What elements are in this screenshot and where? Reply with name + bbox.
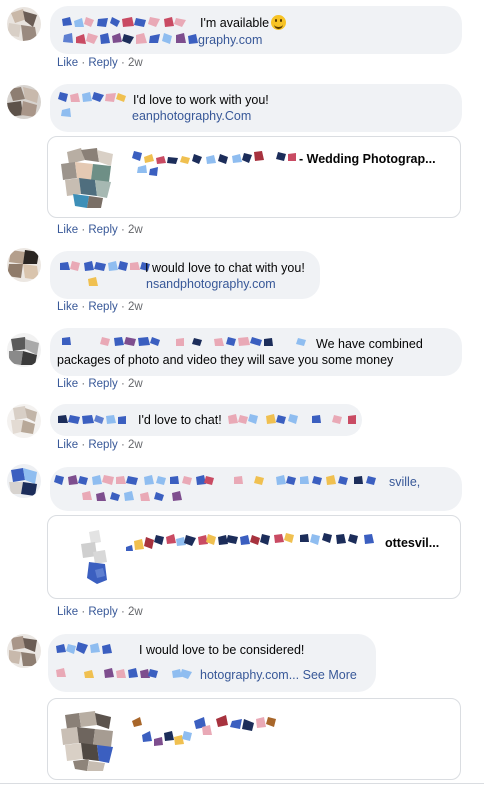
reply-link[interactable]: Reply (88, 606, 117, 618)
comment-bubble: I'd love to work with you! eanphotograph… (50, 84, 462, 132)
timestamp: 2w (128, 606, 143, 618)
comment-text: I'm available (200, 15, 287, 31)
avatar[interactable] (7, 248, 41, 282)
timestamp: 2w (128, 301, 143, 313)
comment-link[interactable]: nsandphotography.com (146, 276, 276, 292)
redacted-text (226, 412, 358, 428)
redacted-title (132, 149, 302, 179)
like-link[interactable]: Like (57, 224, 78, 236)
comment-meta: Like · Reply · 2w (57, 301, 143, 313)
link-preview-thumbnail (59, 146, 123, 210)
comment-bubble: sville, (50, 467, 462, 511)
avatar-image (7, 404, 41, 438)
divider (0, 783, 484, 784)
avatar[interactable] (7, 333, 41, 367)
comment-bubble: I would love to be considered! hotograph… (48, 634, 376, 692)
reply-link[interactable]: Reply (88, 301, 117, 313)
comment-meta: Like · Reply · 2w (57, 378, 143, 390)
timestamp: 2w (128, 224, 143, 236)
avatar-image (7, 248, 41, 282)
like-link[interactable]: Like (57, 606, 78, 618)
redacted-name (58, 259, 156, 293)
avatar-image (7, 634, 41, 668)
avatar-image (7, 7, 41, 41)
reply-link[interactable]: Reply (88, 57, 117, 69)
comment-meta: Like · Reply · 2w (57, 439, 143, 451)
link-preview-card[interactable]: ottesvil... (47, 515, 461, 599)
timestamp: 2w (128, 378, 143, 390)
comment-link[interactable]: eanphotography.Com (132, 108, 251, 124)
avatar[interactable] (7, 7, 41, 41)
redacted-title (132, 713, 282, 753)
comment-text: I'd love to work with you! (133, 93, 269, 107)
avatar[interactable] (7, 85, 41, 119)
see-more-link[interactable]: See More (303, 668, 357, 682)
like-link[interactable]: Like (57, 439, 78, 451)
avatar[interactable] (7, 404, 41, 438)
comment-text: I would love to chat with you! (145, 261, 305, 275)
comment-text: We have combined (316, 337, 423, 351)
comment-bubble: We have combined packages of photo and v… (50, 328, 462, 376)
redacted-name (56, 413, 128, 427)
link-preview-thumbnail (59, 709, 123, 773)
like-link[interactable]: Like (57, 378, 78, 390)
comment-text-continued: packages of photo and video they will sa… (57, 353, 394, 367)
link-preview-card[interactable] (47, 698, 461, 780)
reply-link[interactable]: Reply (88, 224, 117, 236)
comment-bubble: I'd love to chat! (50, 404, 362, 436)
redacted-title (124, 531, 384, 565)
comment-meta: Like · Reply · 2w (57, 57, 143, 69)
redacted-name (60, 15, 204, 49)
link-preview-title[interactable]: ottesvil... (385, 536, 439, 550)
comment-text: I'd love to chat! (138, 413, 222, 427)
reply-link[interactable]: Reply (88, 378, 117, 390)
comment-link[interactable]: hotography.com... (200, 668, 299, 682)
like-link[interactable]: Like (57, 301, 78, 313)
like-link[interactable]: Like (57, 57, 78, 69)
redacted-name (54, 473, 390, 507)
comment-text: I would love to be considered! (139, 643, 305, 657)
redacted-name (58, 90, 138, 126)
timestamp: 2w (128, 57, 143, 69)
reply-link[interactable]: Reply (88, 439, 117, 451)
avatar-image (7, 464, 41, 498)
comment-link[interactable]: graphy.com (198, 32, 262, 48)
avatar[interactable] (7, 634, 41, 668)
comment-bubble: I'm available graphy.com (50, 6, 462, 54)
link-preview-card[interactable]: - Wedding Photograp... (47, 136, 461, 218)
redacted-name (58, 335, 314, 349)
comment-link[interactable]: sville, (389, 474, 420, 490)
comment-meta: Like · Reply · 2w (57, 606, 143, 618)
avatar-image (7, 333, 41, 367)
avatar[interactable] (7, 464, 41, 498)
comment-bubble: I would love to chat with you! nsandphot… (50, 251, 320, 299)
smile-emoji-icon (271, 15, 287, 30)
link-preview-thumbnail (59, 526, 123, 590)
avatar-image (7, 85, 41, 119)
comment-meta: Like · Reply · 2w (57, 224, 143, 236)
timestamp: 2w (128, 439, 143, 451)
link-preview-title[interactable]: - Wedding Photograp... (299, 152, 436, 166)
comment-link-line: hotography.com... See More (200, 667, 357, 683)
